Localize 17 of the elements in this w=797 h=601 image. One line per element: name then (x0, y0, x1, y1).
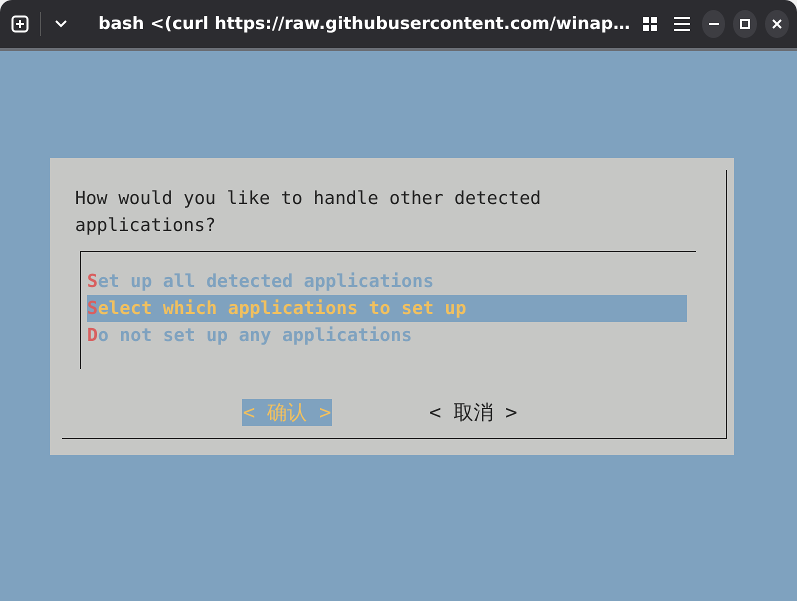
dialog-button[interactable]: < 确认 > (242, 399, 332, 426)
window-title: bash <(curl https://raw.githubusercontent.com/winap… (97, 14, 630, 34)
option-item[interactable]: Do not set up any applications (87, 322, 687, 349)
close-icon (772, 19, 782, 29)
option-item[interactable]: Select which applications to set up (87, 295, 687, 322)
close-button[interactable] (765, 10, 789, 38)
dialog-button[interactable]: < 取消 > (428, 399, 518, 426)
chevron-down-icon (54, 19, 68, 29)
minimize-button[interactable] (702, 10, 726, 38)
dialog-prompt: How would you like to handle other detected applications? (75, 187, 542, 238)
maximize-button[interactable] (733, 10, 758, 38)
minimize-icon (708, 22, 719, 26)
option-item[interactable]: Set up all detected applications (87, 268, 687, 295)
menu-icon (674, 17, 690, 31)
grid-icon (642, 16, 658, 32)
maximize-icon (740, 19, 750, 29)
plus-square-icon (10, 15, 29, 33)
